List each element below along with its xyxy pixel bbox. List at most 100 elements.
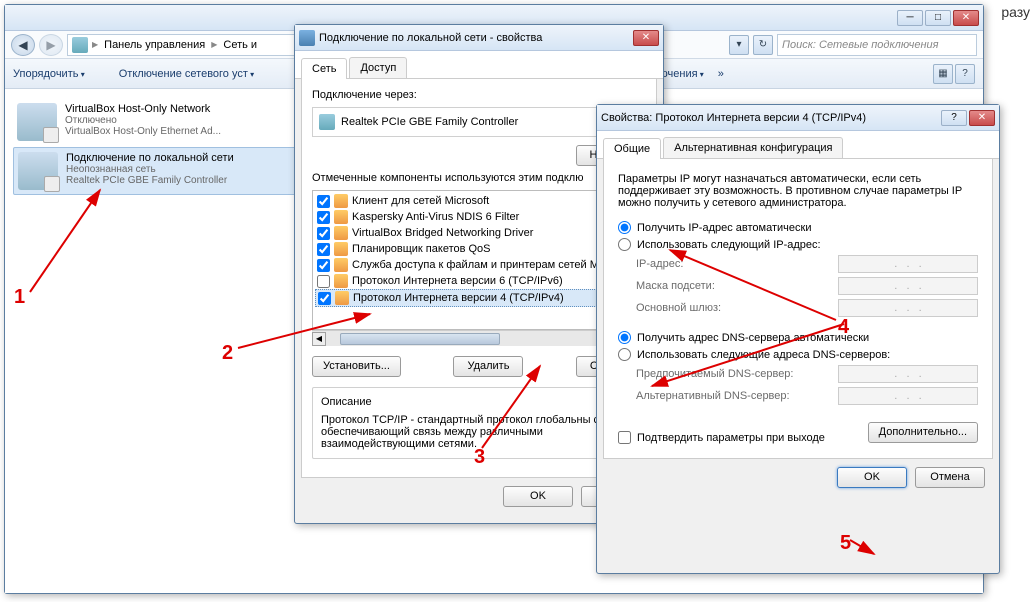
adapter-name: Realtek PCIe GBE Family Controller: [341, 116, 518, 128]
dialog-title: Подключение по локальной сети - свойства: [319, 32, 633, 44]
network-adapter-icon: [17, 103, 57, 141]
dlg-titlebar: Подключение по локальной сети - свойства…: [295, 25, 663, 51]
description-title: Описание: [321, 396, 637, 408]
tab-general[interactable]: Общие: [603, 138, 661, 159]
alternate-dns-label: Альтернативный DNS-сервер:: [636, 390, 838, 402]
ip-address-label: IP-адрес:: [636, 258, 838, 270]
advanced-button[interactable]: Дополнительно...: [868, 422, 978, 443]
component-checkbox[interactable]: [317, 227, 330, 240]
list-item: Планировщик пакетов QoS: [315, 241, 643, 257]
annotation-marker-3: 3: [474, 446, 485, 469]
radio-auto-dns[interactable]: [618, 331, 631, 344]
tab-network[interactable]: Сеть: [301, 58, 347, 79]
alternate-dns-input: . . .: [838, 387, 978, 405]
ipv4-ok-button[interactable]: OK: [837, 467, 907, 488]
protocol-icon: [334, 274, 348, 288]
scroll-left-button[interactable]: ◀: [312, 332, 326, 346]
list-item: Служба доступа к файлам и принтерам сете…: [315, 257, 643, 273]
ipv4-properties-dialog: Свойства: Протокол Интернета версии 4 (T…: [596, 104, 1000, 574]
tab-access[interactable]: Доступ: [349, 57, 407, 78]
description-text: Протокол TCP/IP - стандартный протокол г…: [321, 414, 637, 450]
dialog-close-button[interactable]: ✕: [633, 30, 659, 46]
ipv4-close-button[interactable]: ✕: [969, 110, 995, 126]
gateway-label: Основной шлюз:: [636, 302, 838, 314]
subnet-mask-input: . . .: [838, 277, 978, 295]
path-icon: [72, 37, 88, 53]
radio-manual-dns-label: Использовать следующие адреса DNS-сервер…: [637, 349, 890, 361]
ipv4-body: Параметры IP могут назначаться автоматич…: [603, 159, 993, 459]
confirm-on-exit-checkbox[interactable]: [618, 431, 631, 444]
tab-alternate[interactable]: Альтернативная конфигурация: [663, 137, 843, 158]
radio-manual-ip[interactable]: [618, 238, 631, 251]
nav-forward-button[interactable]: ▶: [39, 34, 63, 56]
client-icon: [334, 194, 348, 208]
organize-menu[interactable]: Упорядочить: [13, 68, 85, 80]
preferred-dns-input: . . .: [838, 365, 978, 383]
component-checkbox[interactable]: [317, 243, 330, 256]
service-icon: [334, 258, 348, 272]
radio-manual-ip-label: Использовать следующий IP-адрес:: [637, 239, 821, 251]
tabstrip: Сеть Доступ: [295, 51, 663, 79]
connection-status: Отключено: [65, 115, 221, 126]
dialog-icon: [299, 30, 315, 46]
list-item: Протокол Интернета версии 6 (TCP/IPv6): [315, 273, 643, 289]
overflow-menu[interactable]: »: [718, 68, 724, 80]
connection-adapter: VirtualBox Host-Only Ethernet Ad...: [65, 126, 221, 137]
ipv4-titlebar: Свойства: Протокол Интернета версии 4 (T…: [597, 105, 999, 131]
service-icon: [334, 226, 348, 240]
help-button[interactable]: ?: [955, 64, 975, 84]
connect-via-label: Подключение через:: [312, 89, 646, 101]
breadcrumb-segment[interactable]: Панель управления: [102, 39, 207, 51]
search-input[interactable]: Поиск: Сетевые подключения: [777, 34, 977, 56]
maximize-button[interactable]: □: [925, 10, 951, 26]
ipv4-tabstrip: Общие Альтернативная конфигурация: [597, 131, 999, 159]
annotation-marker-5: 5: [840, 532, 851, 555]
view-button[interactable]: ▦: [933, 64, 953, 84]
minimize-button[interactable]: ─: [897, 10, 923, 26]
network-adapter-icon: [18, 152, 58, 190]
service-icon: [334, 242, 348, 256]
component-checkbox[interactable]: [318, 292, 331, 305]
connection-name: Подключение по локальной сети: [66, 152, 234, 164]
protocol-icon: [335, 291, 349, 305]
list-item: Kaspersky Anti-Virus NDIS 6 Filter: [315, 209, 643, 225]
ipv4-title: Свойства: Протокол Интернета версии 4 (T…: [601, 112, 941, 124]
close-button[interactable]: ✕: [953, 10, 979, 26]
help-sys-button[interactable]: ?: [941, 110, 967, 126]
component-checkbox[interactable]: [317, 275, 330, 288]
connection-name: VirtualBox Host-Only Network: [65, 103, 221, 115]
annotation-marker-2: 2: [222, 342, 233, 365]
ipv4-cancel-button[interactable]: Отмена: [915, 467, 985, 488]
scroll-thumb[interactable]: [340, 333, 500, 345]
refresh-button[interactable]: ↻: [753, 35, 773, 55]
chevron-icon: ▶: [211, 40, 217, 49]
breadcrumb-segment[interactable]: Сеть и: [221, 39, 259, 51]
service-icon: [334, 210, 348, 224]
annotation-marker-4: 4: [838, 316, 849, 339]
component-checkbox[interactable]: [317, 211, 330, 224]
search-placeholder: Поиск: Сетевые подключения: [782, 39, 939, 51]
radio-auto-ip[interactable]: [618, 221, 631, 234]
disable-device-menu[interactable]: Отключение сетевого уст: [119, 68, 254, 80]
refresh-button[interactable]: ▾: [729, 35, 749, 55]
confirm-on-exit-label: Подтвердить параметры при выходе: [637, 432, 825, 444]
list-item: Клиент для сетей Microsoft: [315, 193, 643, 209]
component-checkbox[interactable]: [317, 259, 330, 272]
ok-button[interactable]: OK: [503, 486, 573, 507]
intro-text: Параметры IP могут назначаться автоматич…: [618, 173, 978, 209]
remove-button[interactable]: Удалить: [453, 356, 523, 377]
annotation-marker-1: 1: [14, 286, 25, 309]
subnet-mask-label: Маска подсети:: [636, 280, 838, 292]
ip-address-input: . . .: [838, 255, 978, 273]
radio-auto-ip-label: Получить IP-адрес автоматически: [637, 222, 811, 234]
preferred-dns-label: Предпочитаемый DNS-сервер:: [636, 368, 838, 380]
nav-back-button[interactable]: ◀: [11, 34, 35, 56]
radio-manual-dns[interactable]: [618, 348, 631, 361]
list-item: VirtualBox Bridged Networking Driver: [315, 225, 643, 241]
list-item-selected: Протокол Интернета версии 4 (TCP/IPv4): [315, 289, 643, 307]
chevron-icon: ▶: [92, 40, 98, 49]
install-button[interactable]: Установить...: [312, 356, 401, 377]
radio-auto-dns-label: Получить адрес DNS-сервера автоматически: [637, 332, 869, 344]
connection-adapter: Realtek PCIe GBE Family Controller: [66, 175, 234, 186]
component-checkbox[interactable]: [317, 195, 330, 208]
